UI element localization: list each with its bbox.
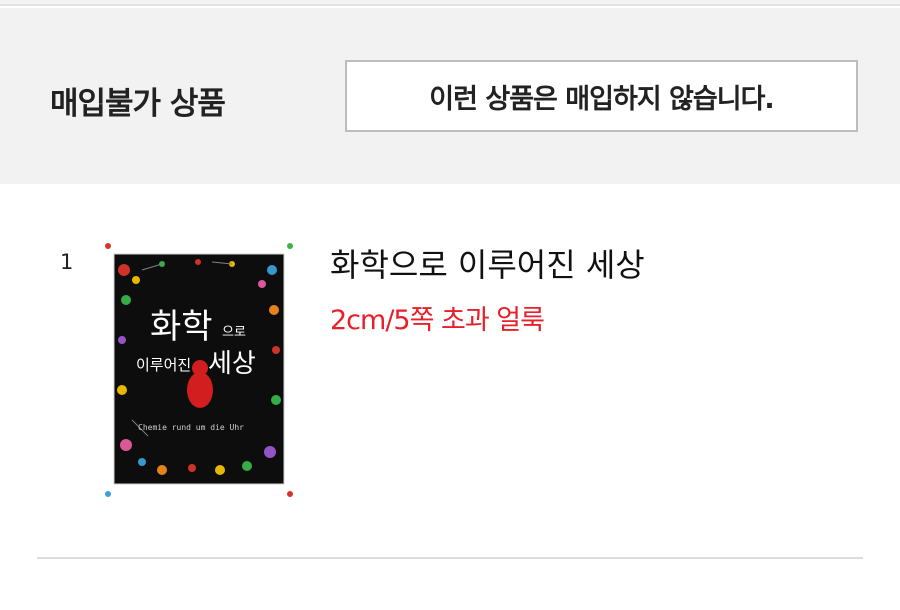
cover-title-small: 으로 xyxy=(222,325,246,340)
book-cover-image: 화학 으로 이루어진 세상 Chemie rund um die Uhr xyxy=(102,240,296,500)
cover-title-line1: 화학 xyxy=(150,307,213,347)
item-title: 화학으로 이루어진 세상 xyxy=(330,246,645,284)
cover-title-line2-small: 이루어진 xyxy=(136,356,191,374)
notice-box: 이런 상품은 매입하지 않습니다. xyxy=(345,60,858,132)
item-index: 1 xyxy=(60,250,74,274)
cover-title-line2-big: 세상 xyxy=(208,349,256,379)
item-reason: 2cm/5쪽 초과 얼룩 xyxy=(330,305,545,336)
info-header: 매입불가 상품 이런 상품은 매입하지 않습니다. xyxy=(0,8,900,184)
top-divider xyxy=(0,0,900,6)
section-title: 매입불가 상품 xyxy=(50,86,226,122)
bottom-divider xyxy=(37,557,863,559)
cover-subtitle: Chemie rund um die Uhr xyxy=(138,423,244,432)
notice-text: 이런 상품은 매입하지 않습니다. xyxy=(429,83,774,115)
list-item: 1 화학 으로 이루어진 세상 Chemie rund um die Uhr 화… xyxy=(0,184,900,560)
